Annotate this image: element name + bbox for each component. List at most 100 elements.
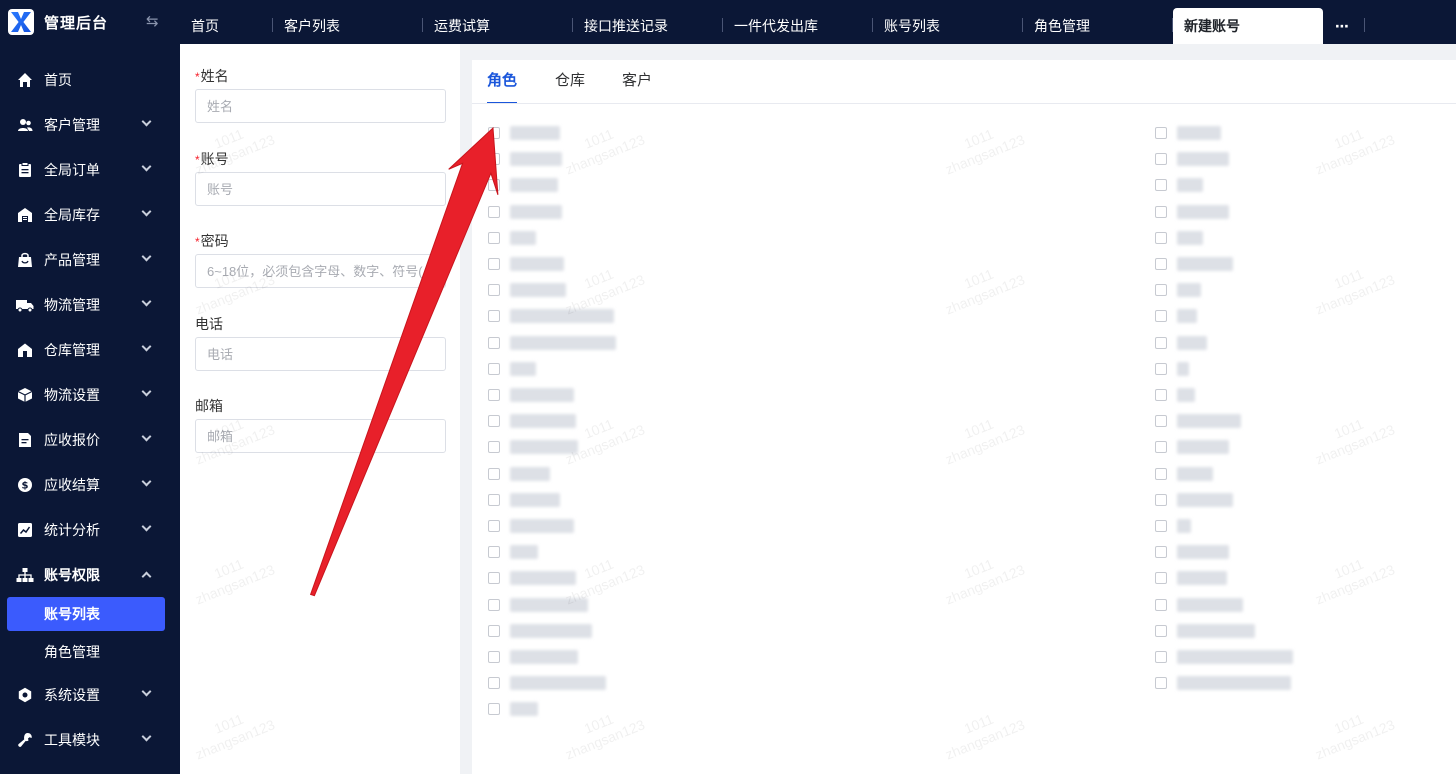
box-icon (16, 386, 34, 404)
tab-new-account[interactable]: 新建账号 (1173, 8, 1323, 44)
chevron-down-icon (141, 386, 152, 397)
role-checkbox[interactable] (488, 362, 500, 375)
sidebar-item-logistics[interactable]: 物流管理 (0, 282, 180, 327)
role-checkbox[interactable] (1155, 127, 1167, 139)
sidebar-item-label: 工具模块 (44, 731, 100, 748)
role-checkbox[interactable] (1155, 153, 1167, 166)
role-checkbox[interactable] (1155, 546, 1167, 559)
role-checkbox[interactable] (1155, 179, 1167, 192)
sidebar-item-label: 仓库管理 (44, 341, 100, 358)
sidebar-item-account-permissions[interactable]: 账号权限 (0, 552, 180, 597)
role-checkbox[interactable] (1155, 493, 1167, 506)
role-checkbox[interactable] (488, 598, 500, 611)
role-checkbox[interactable] (1155, 231, 1167, 244)
role-label-redacted (1177, 519, 1191, 533)
role-label-redacted (510, 597, 588, 612)
role-checkbox[interactable] (488, 205, 500, 218)
tab-customer-list[interactable]: 客户列表 (273, 8, 423, 44)
sidebar-item-receivable-quote[interactable]: 应收报价 (0, 417, 180, 462)
tab-dropship-outbound[interactable]: 一件代发出库 (723, 8, 873, 44)
role-label-redacted (1177, 152, 1229, 167)
role-checkbox[interactable] (1155, 624, 1167, 637)
role-checkbox[interactable] (1155, 520, 1167, 532)
account-form: *姓名 *账号 *密码 电话 邮箱 (180, 44, 460, 774)
sidebar-subitem-account-list[interactable]: 账号列表 (7, 597, 165, 631)
tab-freight-estimate[interactable]: 运费试算 (423, 8, 573, 44)
role-checkbox[interactable] (488, 389, 500, 401)
email-input[interactable] (195, 419, 446, 453)
role-checkbox[interactable] (488, 703, 500, 716)
tab-api-push-log[interactable]: 接口推送记录 (573, 8, 723, 44)
name-input[interactable] (195, 89, 446, 123)
role-checkbox[interactable] (1155, 389, 1167, 401)
sidebar: 首页 客户管理 全局订单 全局库存 产品管理 物流管理 仓库管理 物流设置 应收… (0, 44, 180, 774)
role-checkbox[interactable] (1155, 572, 1167, 585)
sidebar-item-receivable-settlement[interactable]: $ 应收结算 (0, 462, 180, 507)
tab-customers[interactable]: 客户 (622, 60, 652, 104)
role-checkbox[interactable] (488, 520, 500, 532)
role-checkbox[interactable] (488, 572, 500, 585)
tab-warehouses[interactable]: 仓库 (555, 60, 585, 104)
role-checkbox[interactable] (488, 624, 500, 637)
role-checkbox[interactable] (1155, 677, 1167, 690)
role-checkbox[interactable] (488, 336, 500, 349)
role-checkbox[interactable] (1155, 598, 1167, 611)
role-checkbox[interactable] (1155, 651, 1167, 663)
tab-roles[interactable]: 角色 (487, 60, 518, 104)
sidebar-item-system-settings[interactable]: 系统设置 (0, 672, 180, 717)
sidebar-item-orders[interactable]: 全局订单 (0, 147, 180, 192)
role-checkbox[interactable] (1155, 205, 1167, 218)
collapse-toggle-icon[interactable]: ⇆ (146, 12, 159, 30)
role-checkbox[interactable] (1155, 415, 1167, 428)
sidebar-item-label: 应收结算 (44, 476, 100, 493)
role-label-redacted (510, 309, 614, 324)
sidebar-item-inventory[interactable]: 全局库存 (0, 192, 180, 237)
sidebar-item-customers[interactable]: 客户管理 (0, 102, 180, 147)
phone-input[interactable] (195, 337, 446, 371)
sidebar-subitem-role-management[interactable]: 角色管理 (7, 635, 165, 669)
role-checkbox[interactable] (1155, 336, 1167, 349)
role-checkbox[interactable] (488, 127, 500, 139)
role-label-redacted (510, 126, 560, 140)
sidebar-item-logistics-settings[interactable]: 物流设置 (0, 372, 180, 417)
role-checkbox[interactable] (488, 153, 500, 166)
role-checkbox[interactable] (1155, 258, 1167, 270)
sidebar-item-warehouse[interactable]: 仓库管理 (0, 327, 180, 372)
role-checkbox[interactable] (1155, 441, 1167, 454)
role-checkbox[interactable] (488, 467, 500, 480)
sidebar-item-home[interactable]: 首页 (0, 57, 180, 102)
chevron-up-icon (141, 571, 152, 582)
role-label-redacted (1177, 178, 1203, 193)
account-label: *账号 (195, 151, 229, 167)
users-icon (16, 116, 34, 134)
role-checkbox[interactable] (488, 493, 500, 506)
role-checkbox[interactable] (488, 231, 500, 244)
password-label: *密码 (195, 233, 229, 249)
role-checkbox[interactable] (1155, 467, 1167, 480)
role-checkbox[interactable] (488, 258, 500, 270)
role-checkbox[interactable] (488, 310, 500, 323)
chart-icon (16, 521, 34, 539)
sidebar-item-statistics[interactable]: 统计分析 (0, 507, 180, 552)
role-label-redacted (510, 152, 562, 167)
password-input[interactable] (195, 254, 446, 288)
role-checkbox[interactable] (488, 546, 500, 559)
role-checkbox[interactable] (488, 284, 500, 297)
sidebar-item-tools[interactable]: 工具模块 (0, 717, 180, 762)
role-checkbox[interactable] (1155, 362, 1167, 375)
more-tabs-button[interactable]: ⋯ (1323, 8, 1365, 44)
sidebar-item-label: 客户管理 (44, 116, 100, 133)
role-checkbox[interactable] (488, 415, 500, 428)
role-checkbox[interactable] (1155, 310, 1167, 323)
role-checkbox[interactable] (1155, 284, 1167, 297)
sidebar-item-products[interactable]: 产品管理 (0, 237, 180, 282)
role-checkbox[interactable] (488, 677, 500, 690)
role-checkbox[interactable] (488, 441, 500, 454)
role-checkbox[interactable] (488, 651, 500, 663)
brand: 管理后台 ⇆ (0, 0, 180, 44)
tab-home[interactable]: 首页 (180, 8, 273, 44)
role-checkbox[interactable] (488, 179, 500, 192)
account-input[interactable] (195, 172, 446, 206)
tab-account-list[interactable]: 账号列表 (873, 8, 1023, 44)
tab-role-management[interactable]: 角色管理 (1023, 8, 1173, 44)
